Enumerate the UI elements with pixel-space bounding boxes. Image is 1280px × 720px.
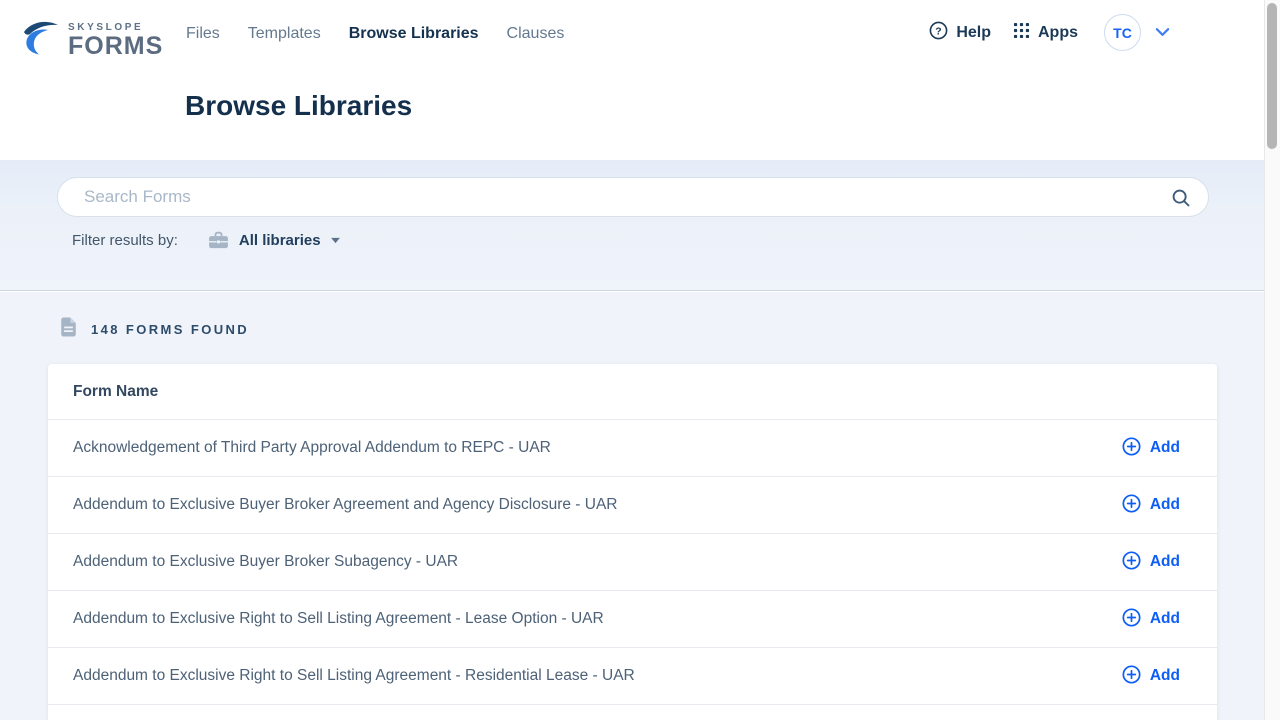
apps-label: Apps [1038,24,1078,42]
add-form-button[interactable]: Add [1122,494,1180,516]
table-row: Addendum to Exclusive Buyer Broker Agree… [48,477,1217,534]
caret-down-icon [330,231,341,249]
page-title: Browse Libraries [185,90,412,122]
add-button-label: Add [1150,439,1180,457]
nav-item-browse-libraries[interactable]: Browse Libraries [349,25,479,43]
form-name-column-header: Form Name [73,383,158,401]
form-table-body: Acknowledgement of Third Party Approval … [48,420,1217,705]
logo-forms-label: FORMS [68,32,163,61]
svg-text:?: ? [936,26,942,37]
plus-circle-icon [1122,437,1141,459]
plus-circle-icon [1122,665,1141,687]
skyslope-forms-logo[interactable]: SKYSLOPE FORMS [22,19,163,64]
form-name: Addendum to Exclusive Buyer Broker Subag… [73,553,458,571]
account-menu-chevron[interactable] [1155,24,1170,42]
add-form-button[interactable]: Add [1122,551,1180,573]
forms-found-count: 148 FORMS FOUND [91,322,249,337]
table-row: Addendum to Exclusive Right to Sell List… [48,591,1217,648]
apps-grid-icon [1013,22,1030,44]
form-name: Addendum to Exclusive Right to Sell List… [73,667,635,685]
nav-item-templates[interactable]: Templates [248,25,321,43]
search-icon[interactable] [1170,187,1192,214]
forms-table-card: Form Name Acknowledgement of Third Party… [48,364,1217,720]
form-name: Acknowledgement of Third Party Approval … [73,439,551,457]
table-row-partial [48,705,1217,720]
nav-item-clauses[interactable]: Clauses [507,25,565,43]
form-name: Addendum to Exclusive Right to Sell List… [73,610,604,628]
user-avatar[interactable]: TC [1104,14,1141,51]
search-input[interactable] [84,179,1164,215]
chevron-down-icon [1155,24,1170,42]
add-button-label: Add [1150,496,1180,514]
plus-circle-icon [1122,494,1141,516]
table-header: Form Name [48,364,1217,420]
add-button-label: Add [1150,610,1180,628]
filter-row: Filter results by: All libraries [72,229,341,251]
briefcase-icon [208,231,229,249]
add-button-label: Add [1150,667,1180,685]
help-label: Help [956,24,991,42]
logo-text: SKYSLOPE FORMS [68,19,163,61]
document-icon [60,317,77,342]
add-form-button[interactable]: Add [1122,608,1180,630]
help-button[interactable]: ? Help [929,21,991,45]
search-bar [57,177,1209,217]
nav-item-files[interactable]: Files [186,25,220,43]
add-button-label: Add [1150,553,1180,571]
plus-circle-icon [1122,551,1141,573]
scrollbar-thumb[interactable] [1267,3,1277,149]
help-icon: ? [929,21,948,45]
forms-found: 148 FORMS FOUND [60,317,249,342]
table-row: Acknowledgement of Third Party Approval … [48,420,1217,477]
apps-button[interactable]: Apps [1013,22,1078,44]
library-filter-dropdown[interactable]: All libraries [239,231,341,249]
header: SKYSLOPE FORMS Files Templates Browse Li… [0,0,1280,160]
results-section: 148 FORMS FOUND Form Name Acknowledgemen… [0,292,1280,720]
add-form-button[interactable]: Add [1122,437,1180,459]
header-actions: ? Help Apps TC [929,14,1170,51]
filter-results-label: Filter results by: [72,232,178,249]
table-row: Addendum to Exclusive Right to Sell List… [48,648,1217,705]
table-row: Addendum to Exclusive Buyer Broker Subag… [48,534,1217,591]
skyslope-swoosh-icon [22,19,62,64]
add-form-button[interactable]: Add [1122,665,1180,687]
search-filter-section: Filter results by: All libraries [0,160,1280,291]
form-name: Addendum to Exclusive Buyer Broker Agree… [73,496,617,514]
page-scrollbar[interactable] [1264,0,1280,720]
skyslope-forms-app: SKYSLOPE FORMS Files Templates Browse Li… [0,0,1280,720]
plus-circle-icon [1122,608,1141,630]
library-filter-value: All libraries [239,232,321,249]
primary-nav: Files Templates Browse Libraries Clauses [186,24,564,44]
